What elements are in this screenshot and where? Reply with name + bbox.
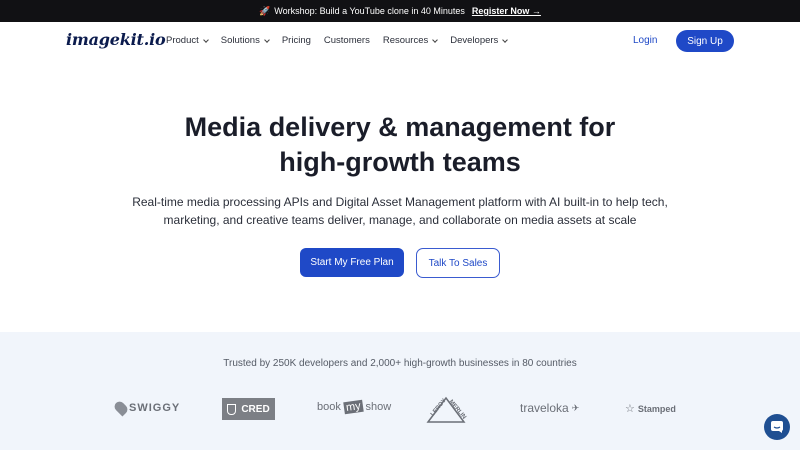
- leroy-merlin-logo: LEROY MERLIN: [424, 394, 468, 424]
- signup-button[interactable]: Sign Up: [676, 30, 734, 52]
- pin-icon: [112, 399, 130, 417]
- hero-title: Media delivery & management for high-gro…: [184, 112, 616, 177]
- register-link[interactable]: Register Now →: [472, 6, 541, 16]
- chevron-down-icon: [502, 36, 509, 43]
- nav-item-pricing[interactable]: Pricing: [282, 35, 311, 46]
- nav-item-customers[interactable]: Customers: [324, 35, 370, 46]
- bookmyshow-logo: book my show: [317, 399, 392, 415]
- chat-icon: [771, 421, 783, 433]
- shield-icon: [227, 403, 237, 415]
- nav-menu: Product Solutions Pricing Customers Reso…: [166, 35, 509, 46]
- trusted-section: Trusted by 250K developers and 2,000+ hi…: [0, 332, 800, 450]
- nav-item-product[interactable]: Product: [166, 35, 209, 46]
- announcement-text: Workshop: Build a YouTube clone in 40 Mi…: [274, 6, 465, 16]
- trusted-text: Trusted by 250K developers and 2,000+ hi…: [223, 358, 577, 369]
- nav-item-developers[interactable]: Developers: [450, 35, 509, 46]
- start-free-plan-button[interactable]: Start My Free Plan: [300, 248, 404, 277]
- announcement-bar: 🚀 Workshop: Build a YouTube clone in 40 …: [0, 0, 800, 22]
- hero-subtitle: Real-time media processing APIs and Digi…: [132, 195, 668, 227]
- chat-widget-button[interactable]: [764, 414, 790, 440]
- svg-text:LEROY: LEROY: [430, 398, 448, 418]
- nav-item-resources[interactable]: Resources: [383, 35, 439, 46]
- chevron-down-icon: [432, 36, 439, 43]
- swiggy-logo: SWIGGY: [112, 399, 180, 417]
- rocket-icon: 🚀: [259, 5, 271, 16]
- nav-item-solutions[interactable]: Solutions: [221, 35, 270, 46]
- talk-to-sales-button[interactable]: Talk To Sales: [416, 248, 500, 278]
- traveloka-logo: traveloka ✈: [520, 401, 580, 415]
- top-nav: imagekit.io Product Solutions Pricing Cu…: [0, 22, 800, 60]
- stamped-logo: ☆ Stamped: [625, 403, 676, 415]
- brand-logo[interactable]: imagekit.io: [66, 30, 166, 49]
- bird-icon: ✈: [571, 402, 580, 413]
- login-link[interactable]: Login: [633, 35, 657, 46]
- star-icon: ☆: [625, 403, 635, 415]
- chevron-down-icon: [202, 36, 209, 43]
- customer-logos: SWIGGY CRED book my show LEROY MERLIN trav…: [0, 396, 800, 426]
- svg-text:MERLIN: MERLIN: [447, 399, 466, 420]
- cred-logo: CRED: [222, 398, 275, 420]
- chevron-down-icon: [264, 36, 270, 43]
